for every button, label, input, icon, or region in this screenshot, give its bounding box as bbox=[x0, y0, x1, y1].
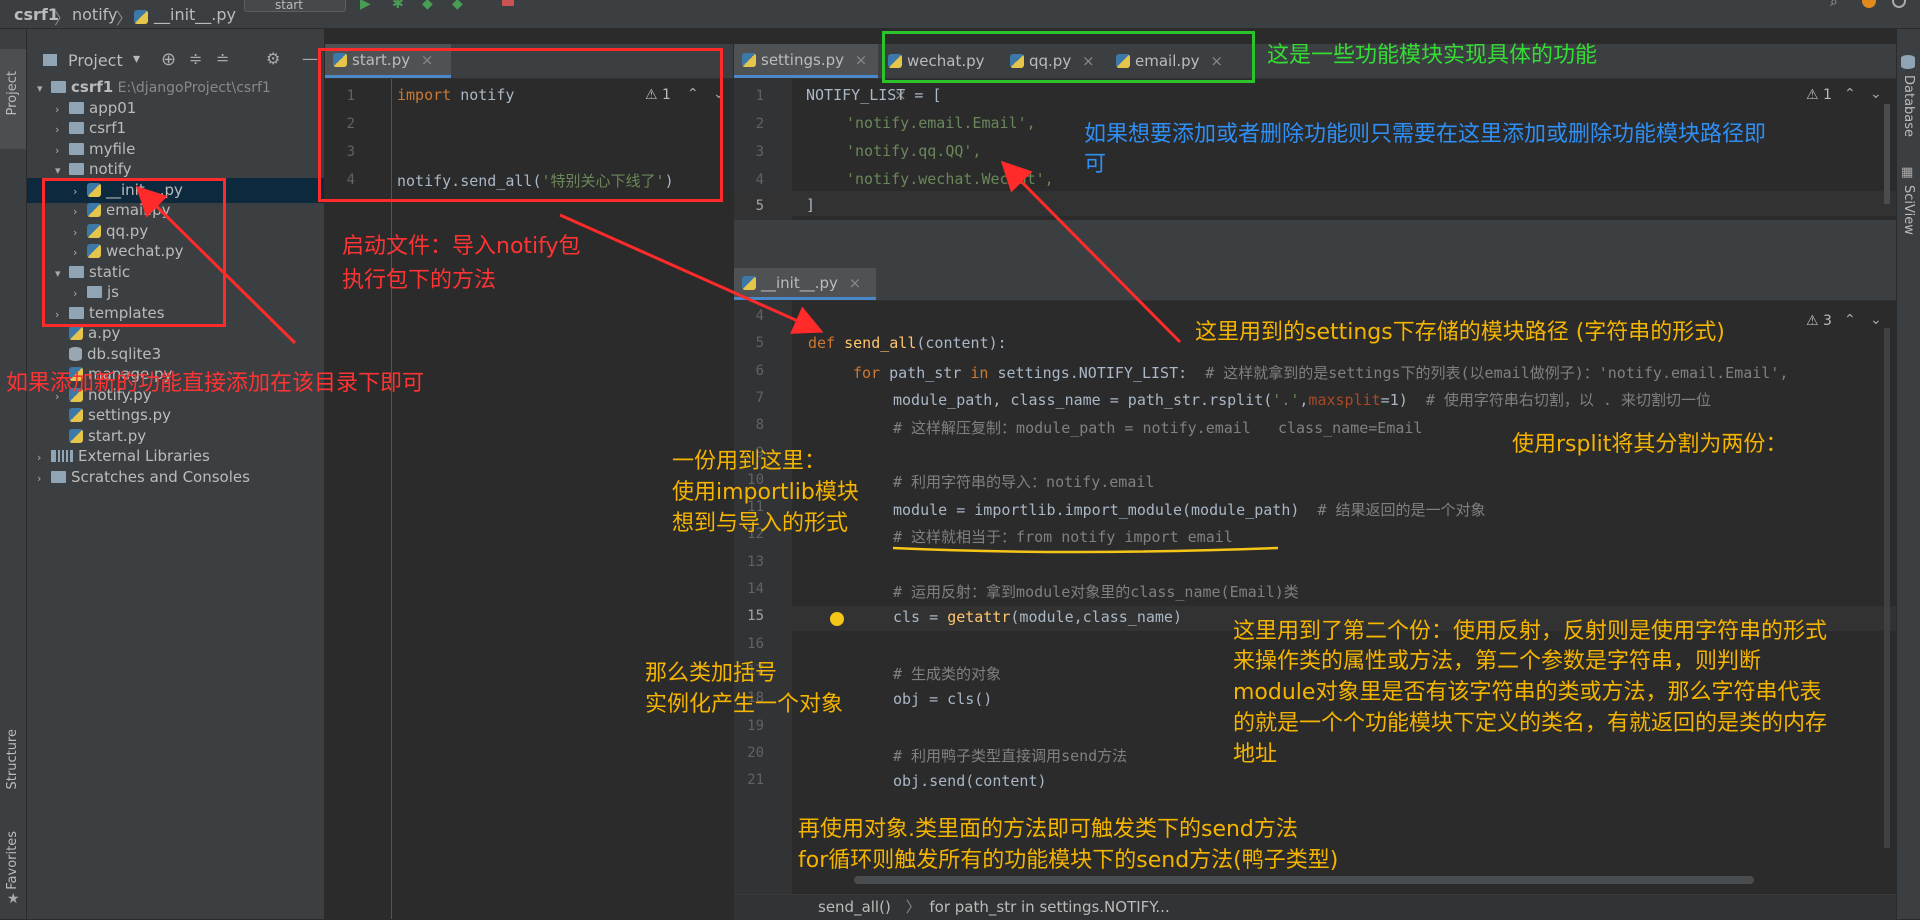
annotation-importlib-3: 想到与导入的形式 bbox=[672, 511, 849, 536]
annotation-send-1: 再使用对象.类里面的方法即可触发类下的send方法 bbox=[798, 817, 1298, 842]
annotation-class-2: 实例化产生一个对象 bbox=[645, 692, 844, 717]
annotation-send-2: for循环则触发所有的功能模块下的send方法(鸭子类型) bbox=[798, 848, 1339, 873]
annotation-rsplit: 使用rsplit将其分割为两份： bbox=[1512, 432, 1788, 457]
annotation-importlib-1: 一份用到这里： bbox=[672, 449, 827, 474]
annotation-reflect-4: 的就是一个个功能模块下定义的类名，有就返回的是类的内存 bbox=[1233, 711, 1828, 736]
annotation-importlib-2: 使用importlib模块 bbox=[672, 480, 859, 505]
annotation-reflect-2: 来操作类的属性或方法，第二个参数是字符串，则判断 bbox=[1233, 649, 1762, 674]
annotation-reflect-3: module对象里是否有该字符串的类或方法，那么字符串代表 bbox=[1233, 680, 1822, 705]
annotation-class-1: 那么类加括号 bbox=[645, 661, 778, 686]
annotation-start-1: 启动文件：导入notify包 bbox=[342, 234, 581, 259]
arrow-to-notify bbox=[135, 185, 297, 345]
annotation-settings-2: 可 bbox=[1084, 152, 1107, 177]
annotation-reflect-1: 这里用到了第二个份：使用反射，反射则是使用字符串的形式 bbox=[1233, 619, 1828, 644]
underline-from-import bbox=[892, 546, 1279, 554]
arrow-to-send-all bbox=[559, 213, 824, 334]
annotation-modules: 这是一些功能模块实现具体的功能 bbox=[1267, 43, 1598, 68]
annotation-reflect-5: 地址 bbox=[1233, 742, 1278, 767]
arrow-to-settings-list bbox=[1000, 160, 1182, 344]
annotation-add-module: 如果添加新的功能直接添加在该目录下即可 bbox=[6, 371, 425, 396]
annotation-settings-1: 如果想要添加或者删除功能则只需要在这里添加或删除功能模块路径即 bbox=[1084, 122, 1767, 147]
annotation-settings-path: 这里用到的settings下存储的模块路径 (字符串的形式) bbox=[1195, 320, 1725, 345]
annotation-start-2: 执行包下的方法 bbox=[342, 268, 497, 293]
